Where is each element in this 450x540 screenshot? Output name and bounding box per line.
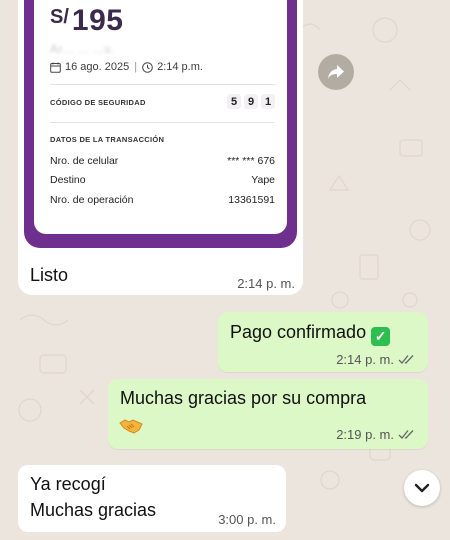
receipt-date: 16 ago. 2025 [65,61,130,73]
forward-icon [328,65,344,79]
separator: | [134,61,138,73]
security-digit: 5 [227,94,241,109]
message-text-row: Pago confirmado ✓ [230,322,391,346]
receipt-message-bubble[interactable]: S/ 195 Ar... ... ...v. 16 ago. 2025 | 2:… [18,0,303,295]
message-text: Muchas gracias por su compra [120,388,367,408]
amount-value: 195 [71,4,124,37]
receipt-caption: Listo [30,265,69,285]
message-text-line: Muchas gracias [30,500,157,520]
divider [50,122,275,123]
recipient-name-blurred: Ar... ... ...v. [50,42,114,56]
calendar-icon [50,62,61,73]
tx-value: 13361591 [228,194,275,206]
message-text-line: Ya recogí [30,474,106,494]
security-digit: 1 [261,94,275,109]
tx-row-phone: Nro. de celular *** *** 676 [50,155,275,167]
tx-label: Nro. de operación [50,194,134,206]
scroll-to-bottom-button[interactable] [404,470,440,506]
yape-receipt-card: S/ 195 Ar... ... ...v. 16 ago. 2025 | 2:… [34,0,287,234]
security-code: 5 9 1 [227,94,275,109]
yape-receipt-frame: S/ 195 Ar... ... ...v. 16 ago. 2025 | 2:… [24,0,297,248]
message-meta: 2:19 p. m. [336,427,416,442]
double-check-icon [398,430,414,439]
forward-button[interactable] [318,54,354,90]
message-time: 2:14 p. m. [336,352,394,367]
security-code-label: CÓDIGO DE SEGURIDAD [50,98,146,107]
incoming-message[interactable]: Ya recogí Muchas gracias 3:00 p. m. [18,465,286,532]
divider [50,84,275,85]
message-time: 3:00 p. m. [218,512,276,527]
transaction-label: DATOS DE LA TRANSACCIÓN [50,135,165,144]
security-digit: 9 [244,94,258,109]
message-meta: 2:14 p. m. [336,352,416,367]
receipt-time: 2:14 p.m. [157,61,203,73]
outgoing-message[interactable]: Muchas gracias por su compra 2:19 p. m. [108,379,428,449]
double-check-icon [398,355,414,364]
datetime-row: 16 ago. 2025 | 2:14 p.m. [50,61,203,73]
outgoing-message[interactable]: Pago confirmado ✓ 2:14 p. m. [218,312,428,372]
amount: S/ 195 [50,4,123,38]
handshake-emoji-icon [119,419,143,434]
amount-currency: S/ [50,6,69,28]
message-time: 2:14 p. m. [237,276,295,291]
tx-row-destination: Destino Yape [50,174,275,186]
message-time: 2:19 p. m. [336,427,394,442]
tx-value: *** *** 676 [227,155,275,167]
clock-icon [142,61,153,73]
tx-row-operation: Nro. de operación 13361591 [50,194,275,206]
tx-label: Nro. de celular [50,155,119,167]
message-text: Pago confirmado [230,322,367,342]
tx-value: Yape [251,174,275,186]
chevron-down-icon [414,483,430,493]
check-emoji-icon: ✓ [371,327,391,346]
tx-label: Destino [50,174,86,186]
